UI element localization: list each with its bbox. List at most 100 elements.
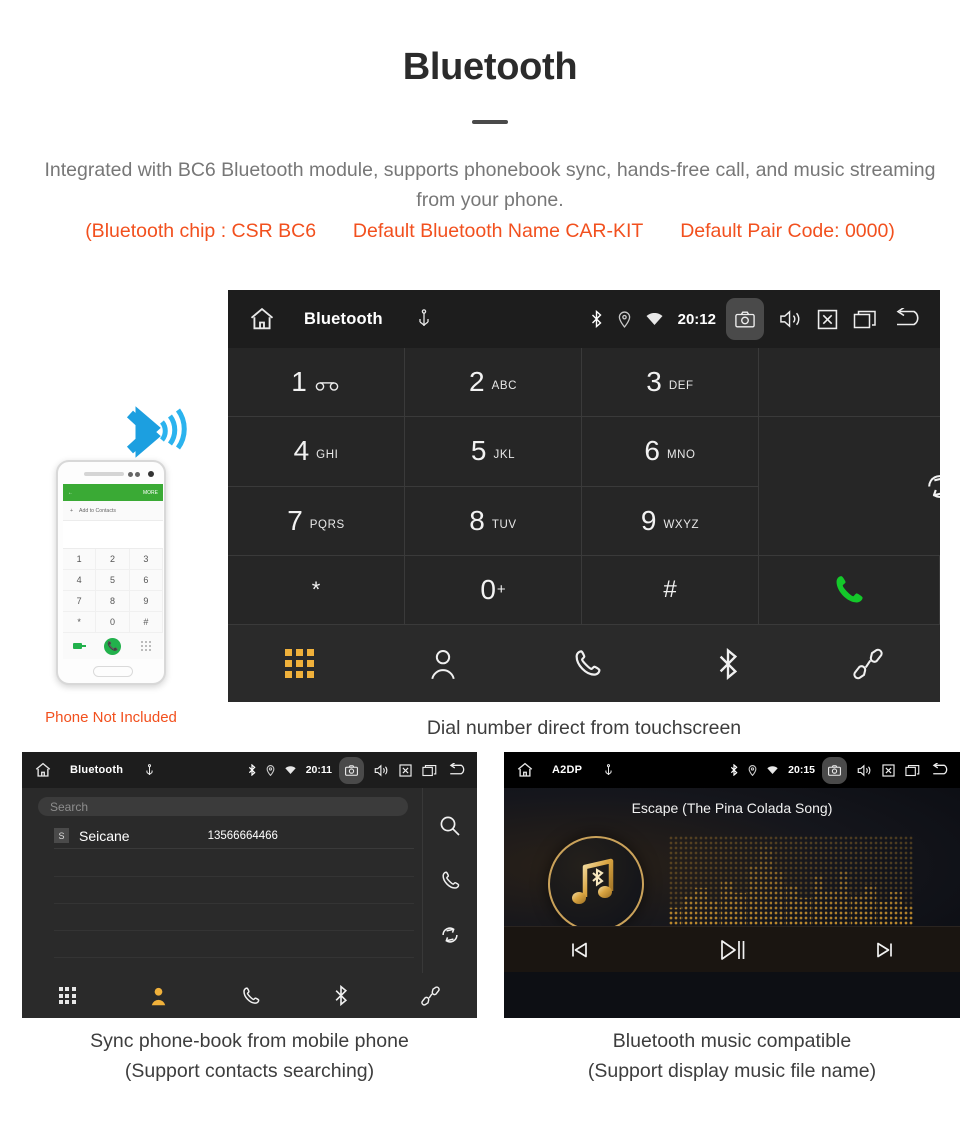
phone-more-label: MORE [143,489,158,496]
contact-row[interactable]: S Seicane 13566664466 [54,823,414,849]
search-input[interactable]: Search [38,797,408,816]
key-letters: TUV [491,518,517,531]
call-button[interactable] [759,556,940,625]
phonebook-caption-line2: (Support contacts searching) [124,1060,375,1082]
list-divider [54,957,414,958]
phonebook-body: Search S Seicane 13566664466 [22,788,477,973]
close-box-icon[interactable] [399,763,412,777]
home-icon[interactable] [516,761,534,779]
keypad-icon[interactable] [285,649,314,678]
music-statusbar: A2DP 20:15 [504,752,960,788]
dialer-title: Bluetooth [304,309,383,328]
phone-mockup: ← MORE + Add to Contacts 1 2 3 4 5 6 7 8 [56,460,166,690]
key-digit: 3 [646,366,662,398]
key-digit: 8 [469,504,485,536]
phonebook-title: Bluetooth [70,764,124,776]
camera-icon[interactable] [339,756,364,784]
location-icon [266,764,275,776]
back-icon[interactable] [892,307,926,331]
page-title: Bluetooth [402,46,578,88]
volume-icon[interactable] [779,309,802,329]
close-box-icon[interactable] [817,309,838,330]
key-4[interactable]: 4 GHI [228,417,405,487]
key-1[interactable]: 1 [228,348,405,418]
usb-icon [417,309,431,329]
key-7[interactable]: 7 PQRS [228,486,405,556]
home-icon[interactable] [34,761,52,779]
key-0[interactable]: 0 + [405,555,582,625]
key-plus: + [496,581,506,599]
bluetooth-icon[interactable] [334,985,348,1006]
wifi-icon [285,765,296,775]
contacts-icon[interactable] [428,648,458,680]
key-digit: 1 [291,366,307,398]
previous-track-button[interactable] [568,939,590,961]
backspace-button[interactable] [759,348,940,417]
play-pause-button[interactable] [717,937,747,963]
key-8[interactable]: 8 TUV [405,486,582,556]
sync-icon[interactable] [439,924,461,946]
back-icon[interactable] [930,762,952,778]
key-2[interactable]: 2 ABC [405,348,582,418]
spec-chip: (Bluetooth chip : CSR BC6 [85,220,317,242]
recent-apps-icon[interactable] [905,764,920,777]
voicemail-icon [315,378,341,396]
key-9[interactable]: 9 WXYZ [582,486,759,556]
keypad-icon[interactable] [58,987,76,1004]
sync-button[interactable] [759,417,940,556]
phonebook-caption-line1: Sync phone-book from mobile phone [90,1030,409,1052]
search-icon[interactable] [439,815,461,837]
bluetooth-icon[interactable] [717,647,739,680]
recent-apps-icon[interactable] [422,764,437,777]
phone-key: 5 [96,570,130,591]
key-3[interactable]: 3 DEF [582,348,759,418]
key-6[interactable]: 6 MNO [582,417,759,487]
phone-sensor-dot [135,471,140,477]
volume-icon[interactable] [857,764,872,777]
key-star[interactable]: * [228,555,405,625]
pair-link-icon[interactable] [853,648,883,680]
wifi-icon [646,312,663,326]
key-letters: ABC [491,380,518,393]
title-divider [472,120,508,124]
recent-apps-icon[interactable] [853,309,877,330]
list-divider [54,876,414,877]
dialer-caption: Dial number direct from touchscreen [426,717,742,739]
bluetooth-icon [248,764,256,776]
dialer-screen: Bluetooth 20:12 1 2 ABC 3 DEF 4 GHI 5 JK… [228,290,940,702]
album-art [548,836,644,932]
key-digit: 5 [470,435,487,467]
music-transport-controls [504,926,960,972]
phone-key: * [63,612,97,633]
phone-add-contacts-row: + Add to Contacts [63,501,163,521]
contacts-icon[interactable] [149,986,168,1006]
usb-icon [604,763,613,777]
phonebook-screen: Bluetooth 20:11 Search S Seicane 1356666… [22,752,477,1018]
key-digit: 0 [480,573,496,605]
back-icon[interactable] [447,762,469,778]
key-hash[interactable]: # [582,555,759,625]
bluetooth-icon [590,310,603,328]
dialer-navbar [228,625,940,702]
call-history-icon[interactable] [241,986,261,1006]
pair-link-icon[interactable] [421,985,441,1006]
phone-number-field [63,521,163,549]
key-5[interactable]: 5 JKL [405,417,582,487]
keypad-grid: 1 2 ABC 3 DEF 4 GHI 5 JKL 6 MNO 7 PQRS 8… [228,348,759,625]
camera-icon[interactable] [726,298,764,340]
key-digit: 4 [293,435,310,467]
call-history-icon[interactable] [572,648,603,679]
sync-icon [923,470,940,503]
call-icon[interactable] [440,870,461,891]
next-track-button[interactable] [874,939,896,961]
spec-line: (Bluetooth chip : CSR BC6 Default Blueto… [20,220,960,243]
camera-icon[interactable] [822,756,847,784]
close-box-icon[interactable] [882,763,895,777]
volume-icon[interactable] [374,764,389,777]
home-icon[interactable] [248,305,276,333]
phone-home-button [93,666,133,677]
phone-key: 7 [63,591,97,612]
key-letters: MNO [666,449,696,462]
music-caption: Bluetooth music compatible (Support disp… [504,1026,960,1086]
key-letters: WXYZ [663,518,700,531]
